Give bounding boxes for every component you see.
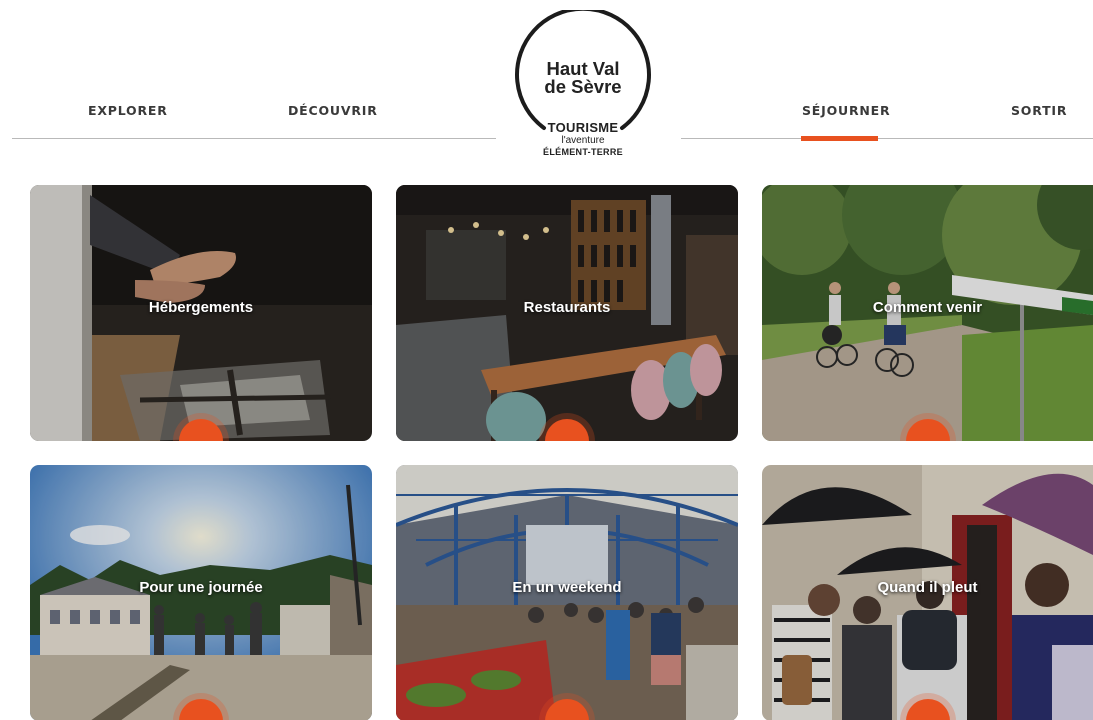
nav-item-explorer[interactable]: EXPLORER [88,103,168,118]
site-header: EXPLORER DÉCOUVRIR SÉJOURNER SORTIR Haut… [0,0,1093,175]
card-hebergements[interactable]: Hébergements [30,185,372,441]
card-label: Pour une journée [139,579,263,596]
logo-title-line2: de Sèvre [544,76,622,97]
card-label: Restaurants [523,299,611,316]
card-label: En un weekend [512,579,622,596]
logo-tagline: l'aventure [561,135,605,146]
nav-divider-left [12,138,496,139]
nav-active-indicator [801,136,878,141]
card-label: Hébergements [148,299,254,316]
nav-divider-right [681,138,1093,139]
nav-item-decouvrir[interactable]: DÉCOUVRIR [288,103,378,118]
nav-item-sortir[interactable]: SORTIR [1011,103,1067,118]
card-en-un-weekend[interactable]: En un weekend [396,465,738,720]
card-label: Quand il pleut [877,579,978,596]
card-label: Comment venir [872,299,983,316]
nav-item-sejourner[interactable]: SÉJOURNER [802,103,890,118]
card-pour-une-journee[interactable]: Pour une journée [30,465,372,720]
card-restaurants[interactable]: Restaurants [396,185,738,441]
card-comment-venir[interactable]: Comment venir [762,185,1093,441]
logo-tagline-brand: ÉLÉMENT-TERRE [543,147,623,157]
site-logo[interactable]: Haut Val de Sèvre TOURISME l'aventure ÉL… [510,10,656,165]
logo-tourisme: TOURISME [547,120,619,135]
card-quand-il-pleut[interactable]: Quand il pleut [762,465,1093,720]
